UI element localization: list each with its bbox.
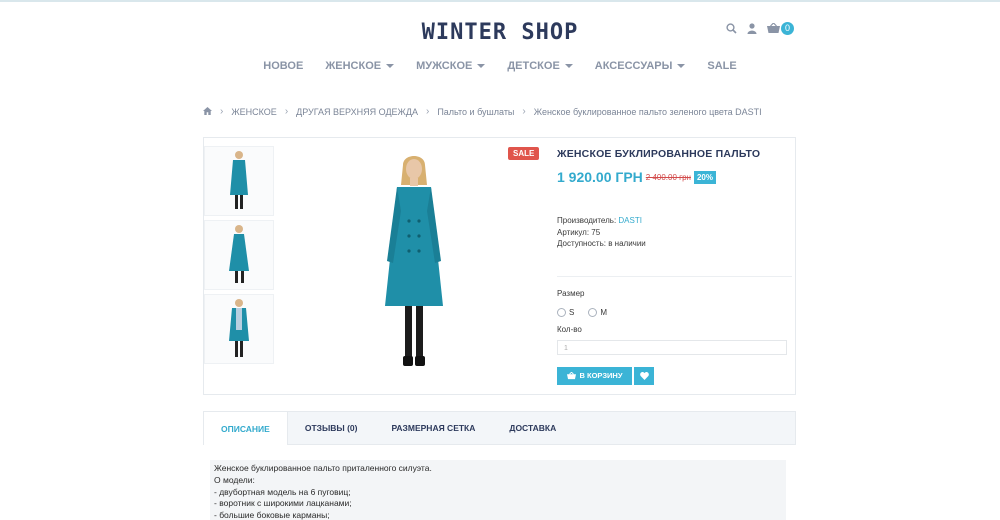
manufacturer-label: Производитель: xyxy=(557,216,617,225)
wishlist-button[interactable] xyxy=(634,366,654,385)
top-border xyxy=(0,0,1000,2)
product-thumbnail[interactable] xyxy=(204,220,274,290)
description-line: Женское буклированное пальто приталенног… xyxy=(214,463,432,473)
chevron-down-icon xyxy=(677,64,686,68)
chevron-down-icon xyxy=(386,64,395,68)
radio-icon[interactable] xyxy=(588,307,598,317)
radio-icon[interactable] xyxy=(557,307,566,317)
availability-text: Доступность: в наличии xyxy=(557,239,646,248)
product-tabs: ОПИСАНИЕ ОТЗЫВЫ (0) РАЗМЕРНАЯ СЕТКА ДОСТ… xyxy=(203,411,796,445)
chevron-down-icon xyxy=(564,64,573,68)
nav-label: МУЖСКОЕ xyxy=(416,60,473,72)
coat-image xyxy=(230,151,248,209)
breadcrumb-link[interactable]: Пальто и бушлаты xyxy=(437,107,514,117)
nav-item-new[interactable]: НОВОЕ xyxy=(263,60,303,72)
heart-icon xyxy=(639,371,649,380)
nav-label: ДЕТСКОЕ xyxy=(507,60,560,72)
quantity-input[interactable]: 1 xyxy=(557,339,787,355)
size-option-label: M xyxy=(600,307,608,317)
divider xyxy=(557,275,792,277)
breadcrumb-separator-icon: › xyxy=(284,106,289,117)
add-to-cart-button[interactable]: В КОРЗИНУ xyxy=(557,366,632,385)
user-icon[interactable] xyxy=(747,23,757,34)
description-line: - двубортная модель на 6 пуговиц; xyxy=(214,486,351,497)
product-price: 1 920.00 ГРН xyxy=(557,169,643,185)
description-line: - воротник с широкими лацканами; xyxy=(214,498,352,509)
qty-label: Кол-во xyxy=(557,324,582,334)
price-row: 1 920.00 ГРН 2 400.00 грн 20% xyxy=(557,169,792,185)
size-label: Размер xyxy=(557,288,585,298)
size-option-label: S xyxy=(569,307,575,317)
search-icon[interactable] xyxy=(726,23,737,34)
thumbnail-list xyxy=(204,146,274,368)
product-thumbnail[interactable] xyxy=(204,294,274,364)
breadcrumb-current: Женское буклированное пальто зеленого цв… xyxy=(533,106,762,117)
nav-label: НОВОЕ xyxy=(263,60,304,72)
product-title: ЖЕНСКОЕ БУКЛИРОВАННОЕ ПАЛЬТО xyxy=(557,148,761,160)
add-to-cart-label: В КОРЗИНУ xyxy=(579,371,623,381)
breadcrumb-separator-icon: › xyxy=(425,106,430,117)
product-main-image[interactable] xyxy=(329,146,499,381)
coat-image xyxy=(229,225,249,283)
sale-badge: SALE xyxy=(508,147,540,160)
action-buttons: В КОРЗИНУ xyxy=(557,366,792,385)
description-panel: Женское буклированное пальто приталенног… xyxy=(210,460,786,520)
size-options: S M xyxy=(557,308,792,317)
product-thumbnail[interactable] xyxy=(204,146,274,216)
manufacturer-row: Производитель: DASTI xyxy=(557,215,792,227)
nav-item-accessories[interactable]: АКСЕССУАРЫ xyxy=(595,60,686,72)
nav-label: SALE xyxy=(707,60,737,72)
coat-image xyxy=(385,156,443,366)
article-text: Артикул: 75 xyxy=(557,227,601,237)
size-option-m[interactable]: M xyxy=(588,308,607,317)
cart-icon xyxy=(767,23,780,34)
product-card: SALE ЖЕНСКОЕ БУКЛИРОВАННОЕ ПАЛЬТО 1 920.… xyxy=(203,137,796,395)
cart-button[interactable]: 0 xyxy=(767,22,794,35)
site-logo[interactable]: WINTER SHOP xyxy=(0,20,1000,45)
discount-badge: 20% xyxy=(693,170,716,184)
nav-item-sale[interactable]: SALE xyxy=(707,60,736,72)
breadcrumb-link[interactable]: ЖЕНСКОЕ xyxy=(231,107,276,117)
breadcrumb-separator-icon: › xyxy=(522,106,526,117)
nav-item-women[interactable]: ЖЕНСКОЕ xyxy=(325,60,395,72)
breadcrumb-link[interactable]: ДРУГАЯ ВЕРХНЯЯ ОДЕЖДА xyxy=(296,107,418,117)
nav-label: АКСЕССУАРЫ xyxy=(594,60,673,72)
header-icons: 0 xyxy=(726,22,794,35)
breadcrumb-separator-icon: › xyxy=(220,106,224,117)
chevron-down-icon xyxy=(477,64,486,68)
cart-count-badge: 0 xyxy=(781,22,794,35)
nav-item-kids[interactable]: ДЕТСКОЕ xyxy=(507,60,573,72)
main-nav: НОВОЕ ЖЕНСКОЕ МУЖСКОЕ ДЕТСКОЕ АКСЕССУАРЫ… xyxy=(0,60,1000,72)
description-line: - большие боковые карманы; xyxy=(214,510,330,520)
cart-icon xyxy=(566,371,576,380)
tab-reviews[interactable]: ОТЗЫВЫ (0) xyxy=(288,412,375,444)
coat-image xyxy=(229,299,249,357)
nav-label: ЖЕНСКОЕ xyxy=(325,60,382,72)
home-icon[interactable] xyxy=(203,106,212,117)
tab-description[interactable]: ОПИСАНИЕ xyxy=(204,412,288,445)
manufacturer-link[interactable]: DASTI xyxy=(618,216,642,225)
product-info: ЖЕНСКОЕ БУКЛИРОВАННОЕ ПАЛЬТО 1 920.00 ГР… xyxy=(557,148,792,385)
tab-delivery[interactable]: ДОСТАВКА xyxy=(492,412,573,444)
breadcrumb: › ЖЕНСКОЕ › ДРУГАЯ ВЕРХНЯЯ ОДЕЖДА › Паль… xyxy=(203,106,762,117)
description-line: О модели: xyxy=(214,474,255,485)
size-option-s[interactable]: S xyxy=(557,308,574,317)
tab-size-chart[interactable]: РАЗМЕРНАЯ СЕТКА xyxy=(375,412,493,444)
old-price: 2 400.00 грн xyxy=(645,172,691,182)
nav-item-men[interactable]: МУЖСКОЕ xyxy=(416,60,486,72)
product-meta: Производитель: DASTI Артикул: 75 Доступн… xyxy=(557,215,792,250)
